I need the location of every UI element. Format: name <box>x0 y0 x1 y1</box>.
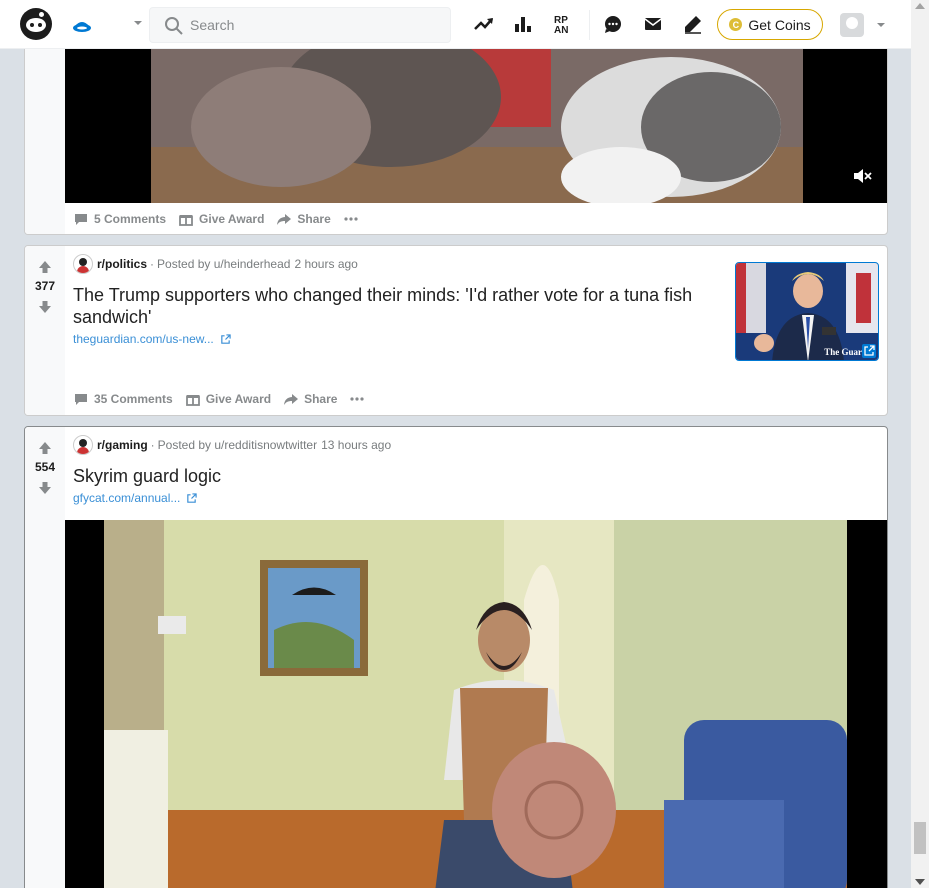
vote-score: 554 <box>34 460 56 474</box>
more-options-button[interactable] <box>343 211 359 227</box>
comments-button[interactable]: 35 Comments <box>73 391 173 407</box>
posted-by[interactable]: Posted by u/redditisnowtwitter <box>158 438 317 452</box>
more-icon <box>344 217 358 221</box>
vote-column: 377 <box>25 246 65 415</box>
meta-separator: · <box>150 438 155 452</box>
post-card[interactable]: 554 r/gaming · Posted by u/redditisnowtw… <box>24 426 888 888</box>
mail-icon[interactable] <box>641 12 665 36</box>
share-icon <box>284 394 299 405</box>
post-link[interactable]: theguardian.com/us-new... <box>73 332 231 346</box>
comments-count: 5 Comments <box>94 212 167 226</box>
post-actions: 5 Comments Give Award Share <box>73 211 359 227</box>
svg-text:AN: AN <box>554 25 568 36</box>
subreddit-icon[interactable] <box>73 435 93 455</box>
give-award-label: Give Award <box>199 212 265 226</box>
rpan-icon[interactable]: RP AN <box>551 12 575 36</box>
vote-score: 377 <box>34 279 56 293</box>
home-icon[interactable] <box>70 12 94 36</box>
comments-button[interactable]: 5 Comments <box>73 211 166 227</box>
pencil-icon[interactable] <box>681 12 705 36</box>
link-domain[interactable]: gfycat.com/annual... <box>73 491 180 505</box>
get-coins-label: Get Coins <box>748 16 811 33</box>
external-link-icon <box>862 344 876 358</box>
subreddit-icon[interactable] <box>73 254 93 274</box>
subreddit-link[interactable]: r/gaming <box>97 438 148 452</box>
give-award-button[interactable]: Give Award <box>185 391 271 407</box>
thumbnail-caption: The Guar <box>824 347 862 357</box>
give-award-label: Give Award <box>205 392 272 406</box>
more-icon <box>350 397 365 401</box>
video-player[interactable] <box>65 520 887 888</box>
chevron-down-icon[interactable] <box>132 17 144 29</box>
post-meta: r/gaming · Posted by u/redditisnowtwitte… <box>73 435 391 455</box>
mute-icon[interactable] <box>851 165 873 187</box>
search-bar[interactable] <box>149 7 451 43</box>
vote-column: 554 <box>25 427 65 888</box>
downvote-icon[interactable] <box>38 300 52 314</box>
post-title[interactable]: The Trump supporters who changed their m… <box>73 284 723 328</box>
comment-icon <box>75 214 87 225</box>
post-link[interactable]: gfycat.com/annual... <box>73 491 198 505</box>
top-navigation-bar: RP AN C Get Coins <box>0 0 911 49</box>
scroll-up-arrow[interactable] <box>915 3 925 9</box>
search-input[interactable] <box>190 8 440 42</box>
reddit-logo-icon[interactable] <box>20 8 52 40</box>
post-time[interactable]: 13 hours ago <box>321 438 391 452</box>
leaderboard-icon[interactable] <box>511 12 535 36</box>
comment-icon <box>75 394 87 405</box>
search-icon <box>165 17 183 35</box>
share-button[interactable]: Share <box>276 211 331 227</box>
post-actions: 35 Comments Give Award Share <box>73 391 365 407</box>
upvote-icon[interactable] <box>38 260 52 274</box>
post-card[interactable]: 377 r/politics · Posted by u/heinderhead… <box>24 245 888 416</box>
vote-column <box>25 37 65 234</box>
share-label: Share <box>297 212 331 226</box>
video-frame <box>104 520 847 888</box>
link-domain[interactable]: theguardian.com/us-new... <box>73 332 214 346</box>
meta-separator: · <box>150 257 155 271</box>
subreddit-link[interactable]: r/politics <box>97 257 147 271</box>
post-time[interactable]: 2 hours ago <box>294 257 357 271</box>
scroll-thumb[interactable] <box>914 822 926 854</box>
coin-icon: C <box>729 18 743 31</box>
chevron-down-icon[interactable] <box>875 19 887 31</box>
downvote-icon[interactable] <box>38 481 52 495</box>
video-frame <box>151 37 803 203</box>
more-options-button[interactable] <box>349 391 365 407</box>
gift-icon <box>185 395 200 406</box>
share-icon <box>277 214 292 225</box>
comments-count: 35 Comments <box>94 392 173 406</box>
scroll-down-arrow[interactable] <box>915 879 925 885</box>
upvote-icon[interactable] <box>38 441 52 455</box>
get-coins-button[interactable]: C Get Coins <box>717 9 823 40</box>
video-player[interactable] <box>65 37 887 203</box>
post-title[interactable]: Skyrim guard logic <box>73 465 221 487</box>
avatar[interactable] <box>840 13 864 37</box>
share-label: Share <box>304 392 338 406</box>
header-divider <box>589 10 590 40</box>
posted-by[interactable]: Posted by u/heinderhead <box>157 257 290 271</box>
share-button[interactable]: Share <box>283 391 337 407</box>
post-thumbnail[interactable]: The Guar <box>735 262 879 361</box>
external-link-icon <box>187 492 198 503</box>
trending-icon[interactable] <box>472 12 496 36</box>
external-link-icon <box>220 333 231 344</box>
post-meta: r/politics · Posted by u/heinderhead 2 h… <box>73 254 358 274</box>
chat-icon[interactable] <box>601 12 625 36</box>
gift-icon <box>179 215 193 226</box>
post-card[interactable]: 5 Comments Give Award Share <box>24 36 888 235</box>
give-award-button[interactable]: Give Award <box>178 211 264 227</box>
scrollbar[interactable] <box>911 0 929 888</box>
